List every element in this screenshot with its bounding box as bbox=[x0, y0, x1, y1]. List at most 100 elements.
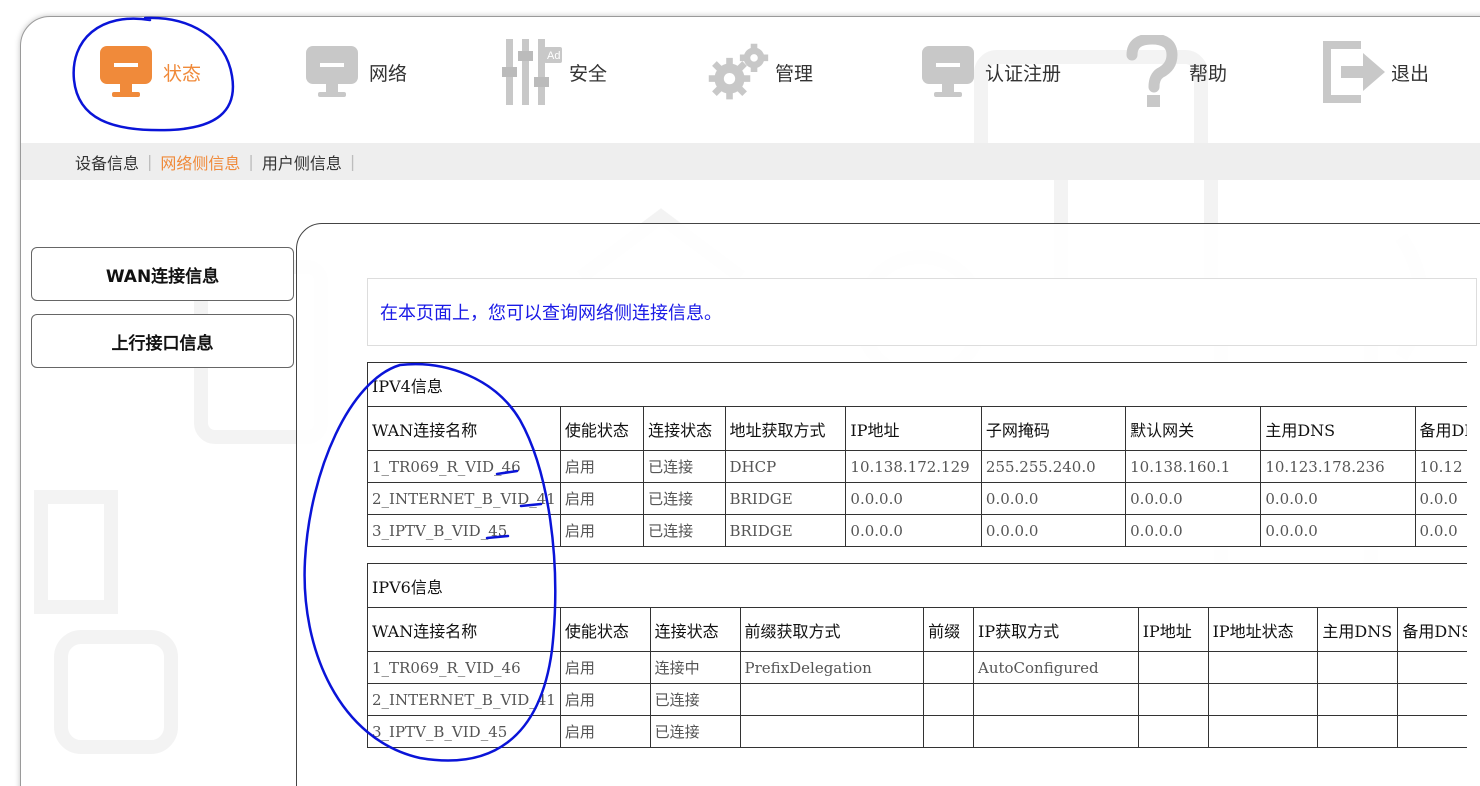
table-header: 备用DNS bbox=[1414, 406, 1467, 451]
table-cell: 0.0.0.0 bbox=[1125, 514, 1262, 547]
ipv4-caption: IPV4信息 bbox=[367, 362, 1467, 407]
table-header: WAN连接名称 bbox=[367, 406, 561, 451]
table-cell bbox=[739, 715, 925, 748]
table-row: 1_TR069_R_VID_46 启用 已连接 DHCP 10.138.172.… bbox=[367, 450, 1467, 483]
table-cell bbox=[1207, 651, 1319, 684]
table-cell: 0.0.0.0 bbox=[845, 514, 982, 547]
table-header: IP地址 bbox=[1137, 607, 1209, 652]
table-cell: 2_INTERNET_B_VID_41 bbox=[367, 683, 561, 716]
table-row: 3_IPTV_B_VID_45 启用 已连接 bbox=[367, 715, 1467, 748]
table-cell bbox=[923, 683, 974, 716]
nav-item-auth-register[interactable]: 认证注册 bbox=[915, 37, 1061, 107]
table-cell: 0.0.0.0 bbox=[980, 482, 1127, 515]
table-header: IP地址状态 bbox=[1207, 607, 1319, 652]
table-cell: DHCP bbox=[724, 450, 847, 483]
table-cell bbox=[973, 715, 1139, 748]
nav-item-logout[interactable]: 退出 bbox=[1321, 37, 1429, 107]
page-info-box: 在本页面上，您可以查询网络侧连接信息。 bbox=[367, 278, 1477, 346]
table-header: 连接状态 bbox=[649, 607, 741, 652]
subnav-network-side-info[interactable]: 网络侧信息 bbox=[160, 150, 240, 174]
ipv6-table-wrapper: IPV6信息 WAN连接名称 使能状态 连接状态 前缀获取方式 前缀 IP获取方… bbox=[367, 563, 1467, 749]
table-row: 1_TR069_R_VID_46 启用 连接中 PrefixDelegation… bbox=[367, 651, 1467, 684]
nav-item-network[interactable]: 网络 bbox=[299, 37, 407, 107]
table-cell: 已连接 bbox=[643, 514, 726, 547]
table-cell: 1_TR069_R_VID_46 bbox=[367, 651, 561, 684]
ipv4-table-wrapper: IPV4信息 WAN连接名称 使能状态 连接状态 地址获取方式 IP地址 子网掩… bbox=[367, 362, 1467, 548]
table-cell bbox=[739, 683, 925, 716]
side-menu-uplink-interface-info[interactable]: 上行接口信息 bbox=[31, 314, 294, 368]
nav-label-status: 状态 bbox=[163, 62, 202, 85]
table-cell: 3_IPTV_B_VID_45 bbox=[367, 514, 561, 547]
nav-item-help[interactable]: 帮助 bbox=[1119, 35, 1228, 107]
ipv6-table: IPV6信息 WAN连接名称 使能状态 连接状态 前缀获取方式 前缀 IP获取方… bbox=[367, 563, 1467, 748]
nav-label-logout: 退出 bbox=[1391, 62, 1430, 85]
table-cell: 10.138.160.1 bbox=[1125, 450, 1262, 483]
content-panel: 在本页面上，您可以查询网络侧连接信息。 IPV4信息 WAN连接名称 使能状态 … bbox=[296, 223, 1480, 786]
top-navigation: 状态 网络 Ad 安全 管理 认证注册 帮助 退出 bbox=[21, 17, 1480, 143]
table-cell: 0.0.0.0 bbox=[1260, 514, 1416, 547]
table-cell bbox=[923, 715, 974, 748]
table-cell: 启用 bbox=[559, 450, 645, 483]
table-cell: 启用 bbox=[559, 683, 651, 716]
table-cell: 0.0.0.0 bbox=[845, 482, 982, 515]
table-cell: 启用 bbox=[559, 651, 651, 684]
table-header: 使能状态 bbox=[559, 607, 651, 652]
table-cell bbox=[1397, 715, 1467, 748]
table-row: 2_INTERNET_B_VID_41 启用 已连接 bbox=[367, 683, 1467, 716]
table-cell bbox=[1397, 651, 1467, 684]
table-cell: 已连接 bbox=[643, 450, 726, 483]
sub-navigation: 设备信息 | 网络侧信息 | 用户侧信息 | bbox=[21, 143, 1480, 180]
nav-item-security[interactable]: Ad 安全 bbox=[499, 37, 607, 107]
question-icon bbox=[1119, 35, 1185, 107]
table-cell bbox=[1137, 715, 1209, 748]
separator: | bbox=[248, 152, 254, 171]
subnav-device-info[interactable]: 设备信息 bbox=[75, 150, 139, 174]
table-cell bbox=[1317, 715, 1399, 748]
table-cell: 10.12 bbox=[1414, 450, 1467, 483]
ipv6-caption: IPV6信息 bbox=[367, 563, 1467, 608]
table-cell bbox=[923, 651, 974, 684]
side-menu-wan-connection-info[interactable]: WAN连接信息 bbox=[31, 247, 294, 301]
table-cell: 已连接 bbox=[649, 715, 741, 748]
router-admin-window: 状态 网络 Ad 安全 管理 认证注册 帮助 退出 设备信息 | 网络侧信息 |… bbox=[20, 16, 1480, 786]
nav-item-status[interactable]: 状态 bbox=[93, 37, 201, 107]
table-cell bbox=[973, 683, 1139, 716]
logout-icon bbox=[1321, 39, 1387, 105]
table-cell: 连接中 bbox=[649, 651, 741, 684]
nav-label-management: 管理 bbox=[775, 62, 814, 85]
table-cell: BRIDGE bbox=[724, 514, 847, 547]
monitor-icon bbox=[93, 39, 159, 105]
separator: | bbox=[147, 152, 153, 171]
subnav-user-side-info[interactable]: 用户侧信息 bbox=[262, 150, 342, 174]
table-header: 备用DNS bbox=[1397, 607, 1467, 652]
nav-item-management[interactable]: 管理 bbox=[705, 37, 813, 107]
table-cell: 启用 bbox=[559, 482, 645, 515]
table-cell: 0.0.0 bbox=[1414, 482, 1467, 515]
table-header: 主用DNS bbox=[1317, 607, 1399, 652]
table-cell: 0.0.0.0 bbox=[1260, 482, 1416, 515]
gears-icon bbox=[705, 39, 771, 105]
monitor-icon bbox=[915, 39, 981, 105]
table-cell: 2_INTERNET_B_VID_41 bbox=[367, 482, 561, 515]
table-header: 前缀 bbox=[923, 607, 974, 652]
table-header: 子网掩码 bbox=[980, 406, 1127, 451]
nav-label-help: 帮助 bbox=[1189, 62, 1228, 85]
page-info-text: 在本页面上，您可以查询网络侧连接信息。 bbox=[380, 303, 722, 324]
ipv4-table: IPV4信息 WAN连接名称 使能状态 连接状态 地址获取方式 IP地址 子网掩… bbox=[367, 362, 1467, 547]
table-cell: 255.255.240.0 bbox=[980, 450, 1127, 483]
table-header: IP获取方式 bbox=[973, 607, 1139, 652]
svg-text:Ad: Ad bbox=[547, 50, 560, 62]
table-cell: 0.0.0 bbox=[1414, 514, 1467, 547]
nav-label-auth-register: 认证注册 bbox=[985, 62, 1062, 85]
ipv6-header-row: WAN连接名称 使能状态 连接状态 前缀获取方式 前缀 IP获取方式 IP地址 … bbox=[367, 607, 1467, 652]
table-header: WAN连接名称 bbox=[367, 607, 561, 652]
table-cell: 已连接 bbox=[649, 683, 741, 716]
table-cell bbox=[1137, 683, 1209, 716]
table-header: 前缀获取方式 bbox=[739, 607, 925, 652]
nav-label-security: 安全 bbox=[569, 62, 608, 85]
table-header: 默认网关 bbox=[1125, 406, 1262, 451]
table-cell: 0.0.0.0 bbox=[980, 514, 1127, 547]
monitor-icon bbox=[299, 39, 365, 105]
separator: | bbox=[349, 152, 356, 171]
table-cell bbox=[1397, 683, 1467, 716]
